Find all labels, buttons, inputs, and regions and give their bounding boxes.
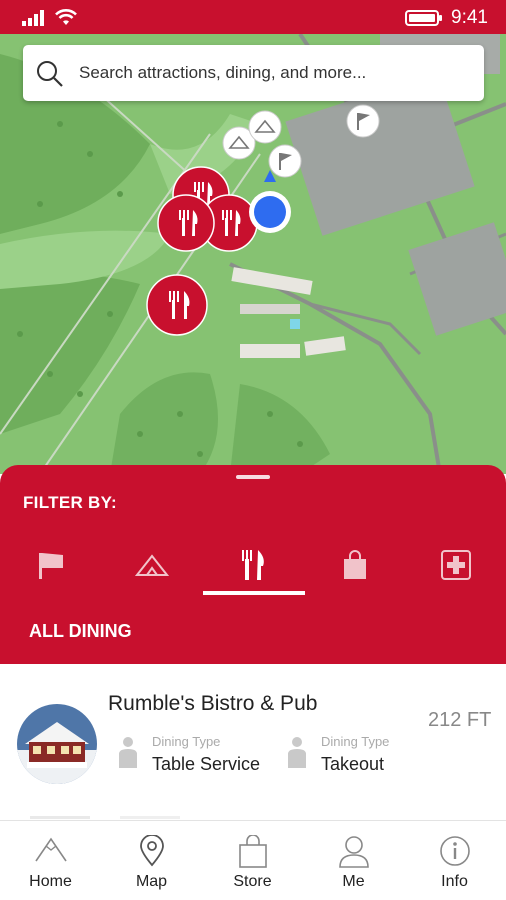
attribute-label: Dining Type bbox=[152, 734, 221, 749]
drag-handle[interactable] bbox=[236, 475, 270, 479]
shopping-bag-icon bbox=[238, 835, 267, 868]
restaurant-thumbnail bbox=[17, 704, 97, 784]
filter-panel: FILTER BY: ALL DINING bbox=[0, 465, 506, 664]
nav-label: Store bbox=[233, 873, 272, 890]
dining-pin-icon[interactable] bbox=[146, 274, 208, 336]
results-list: Rumble's Bistro & Pub 212 FT Dining Type… bbox=[0, 664, 506, 820]
status-time: 9:41 bbox=[451, 7, 488, 28]
lodging-pin-icon[interactable] bbox=[248, 110, 282, 144]
search-input[interactable]: Search attractions, dining, and more... bbox=[79, 63, 366, 83]
wifi-icon bbox=[55, 9, 77, 25]
status-bar: 9:41 bbox=[0, 0, 506, 34]
filter-tab-shopping[interactable] bbox=[325, 541, 385, 589]
restaurant-distance: 212 FT bbox=[428, 709, 492, 731]
shopping-bag-icon bbox=[344, 550, 366, 579]
filter-title: FILTER BY: bbox=[23, 493, 117, 512]
dining-icon bbox=[242, 550, 264, 580]
attribute-value: Takeout bbox=[321, 754, 385, 774]
filter-tab-medical[interactable] bbox=[426, 541, 486, 589]
flag-icon bbox=[39, 553, 63, 579]
bottom-navigation: Home Map Store Me Info bbox=[0, 820, 506, 900]
info-icon bbox=[439, 836, 470, 866]
nav-info[interactable]: Info bbox=[404, 821, 505, 900]
nav-label: Map bbox=[135, 873, 168, 890]
search-icon bbox=[37, 61, 63, 87]
flag-pin-icon[interactable] bbox=[346, 104, 380, 138]
lodging-icon bbox=[135, 554, 169, 576]
filter-selection-label: ALL DINING bbox=[29, 621, 132, 641]
person-icon bbox=[338, 836, 369, 868]
nav-label: Info bbox=[441, 873, 468, 890]
selected-tab-indicator bbox=[203, 591, 305, 595]
dining-pin-icon[interactable] bbox=[157, 194, 215, 252]
attribute-value: Table Service bbox=[152, 754, 261, 774]
restaurant-name: Rumble's Bistro & Pub bbox=[108, 692, 318, 715]
search-bar[interactable]: Search attractions, dining, and more... bbox=[23, 45, 484, 101]
waiter-icon bbox=[288, 737, 306, 768]
nav-label: Me bbox=[342, 873, 365, 890]
nav-home[interactable]: Home bbox=[0, 821, 101, 900]
mountain-icon bbox=[34, 837, 67, 862]
list-item[interactable]: Rumble's Bistro & Pub 212 FT Dining Type… bbox=[0, 664, 506, 820]
cellular-signal-icon bbox=[22, 10, 44, 26]
filter-tab-dining[interactable] bbox=[223, 541, 283, 589]
current-location-icon bbox=[249, 170, 291, 233]
filter-tab-lodging[interactable] bbox=[122, 541, 182, 589]
nav-map[interactable]: Map bbox=[101, 821, 202, 900]
filter-tab-flag[interactable] bbox=[21, 541, 81, 589]
attribute-label: Dining Type bbox=[321, 734, 390, 749]
waiter-icon bbox=[119, 737, 137, 768]
nav-me[interactable]: Me bbox=[303, 821, 404, 900]
map-pin-icon bbox=[139, 835, 164, 867]
nav-label: Home bbox=[29, 873, 72, 890]
battery-icon bbox=[405, 10, 442, 26]
first-aid-icon bbox=[441, 550, 471, 580]
nav-store[interactable]: Store bbox=[202, 821, 303, 900]
